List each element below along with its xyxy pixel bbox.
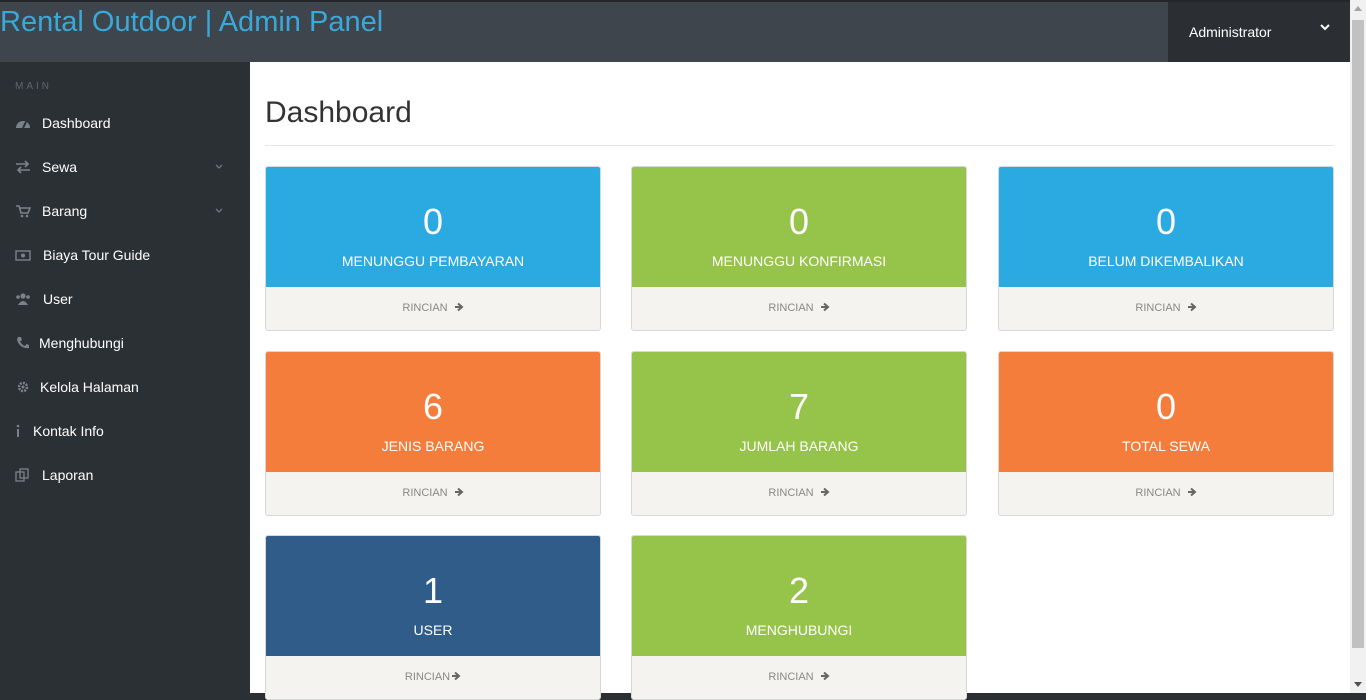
money-icon [15,250,31,261]
scroll-up-icon[interactable] [1354,6,1362,11]
stat-card-body: 0 TOTAL SEWA [999,352,1333,472]
info-icon [16,424,20,437]
stat-card-jumlah-barang: 7 JUMLAH BARANG RINCIAN [631,351,967,516]
stat-caption: BELUM DIKEMBALIKAN [1088,253,1244,269]
stat-card-total-sewa: 0 TOTAL SEWA RINCIAN [998,351,1334,516]
stat-value: 2 [788,570,810,611]
dashboard-icon [16,121,30,129]
sidebar: MAIN Dashboard Sewa Barang Biaya Tour Gu… [0,62,250,693]
stat-caption: MENUNGGU KONFIRMASI [711,253,887,269]
rincian-link[interactable]: RINCIAN [632,656,966,699]
sidebar-item-label: Menghubungi [39,335,124,351]
chevron-down-icon [1320,24,1330,31]
scrollbar-thumb[interactable] [1352,20,1364,648]
rincian-link[interactable]: RINCIAN [632,472,966,515]
sidebar-heading: MAIN [15,81,52,92]
stat-card-user: 1 USER RINCIAN [265,535,601,700]
stat-card-menunggu-konfirmasi: 0 MENUNGGU KONFIRMASI RINCIAN [631,166,967,331]
arrow-right-icon [820,671,830,681]
rincian-link[interactable]: RINCIAN [266,656,600,699]
stat-card-body: 1 USER [266,536,600,656]
gear-icon [17,381,29,393]
sidebar-item-user[interactable]: User [0,279,250,319]
rincian-label: RINCIAN [768,671,814,683]
stat-value: 6 [422,386,444,427]
sidebar-item-label: Sewa [42,159,78,175]
stat-value: 0 [1155,201,1177,242]
page-title: Dashboard [265,96,412,129]
chevron-down-icon [215,164,223,169]
sidebar-item-label: Kelola Halaman [40,379,139,395]
copy-icon [15,468,29,482]
stat-card-menghubungi: 2 MENGHUBUNGI RINCIAN [631,535,967,700]
chevron-down-icon [215,208,223,213]
brand-title[interactable]: Rental Outdoor | Admin Panel [0,6,383,39]
stat-card-body: 6 JENIS BARANG [266,352,600,472]
rincian-link[interactable]: RINCIAN [266,472,600,515]
rincian-link[interactable]: RINCIAN [999,287,1333,330]
stat-card-body: 0 MENUNGGU PEMBAYARAN [266,167,600,287]
users-icon [16,293,30,305]
rincian-label: RINCIAN [404,671,451,683]
rincian-link[interactable]: RINCIAN [632,287,966,330]
arrow-right-icon [452,671,461,681]
user-name: Administrator [1189,24,1272,40]
scroll-down-icon[interactable] [1354,682,1362,687]
sidebar-item-label: Barang [42,203,88,219]
user-menu-dropdown[interactable]: Administrator [1168,2,1350,62]
sidebar-item-label: Laporan [42,467,94,483]
sidebar-item-label: Kontak Info [33,423,104,439]
sidebar-item-kontak-info[interactable]: Kontak Info [0,411,250,451]
rincian-link[interactable]: RINCIAN [266,287,600,330]
stat-value: 0 [788,201,810,242]
sidebar-item-kelola-halaman[interactable]: Kelola Halaman [0,367,250,407]
rincian-label: RINCIAN [402,302,448,314]
stat-caption: MENUNGGU PEMBAYARAN [341,253,525,269]
stat-caption: USER [413,622,453,638]
stat-card-belum-dikembalikan: 0 BELUM DIKEMBALIKAN RINCIAN [998,166,1334,331]
phone-icon [17,337,29,349]
sidebar-item-label: Dashboard [42,115,111,131]
rincian-link[interactable]: RINCIAN [999,472,1333,515]
rincian-label: RINCIAN [402,487,448,499]
sidebar-item-dashboard[interactable]: Dashboard [0,103,250,143]
rincian-label: RINCIAN [1135,302,1181,314]
sidebar-item-label: User [43,291,73,307]
title-divider [265,145,1334,146]
arrow-right-icon [820,487,830,497]
stat-value: 7 [788,386,810,427]
arrow-right-icon [820,302,830,312]
stat-card-body: 2 MENGHUBUNGI [632,536,966,656]
sidebar-item-menghubungi[interactable]: Menghubungi [0,323,250,363]
stat-value: 1 [422,570,444,611]
rincian-label: RINCIAN [1135,487,1181,499]
stat-card-body: 0 MENUNGGU KONFIRMASI [632,167,966,287]
sidebar-item-biaya-tour-guide[interactable]: Biaya Tour Guide [0,235,250,275]
stat-caption: MENGHUBUNGI [745,622,853,638]
stat-caption: JENIS BARANG [381,438,485,454]
sidebar-item-laporan[interactable]: Laporan [0,455,250,495]
stat-card-jenis-barang: 6 JENIS BARANG RINCIAN [265,351,601,516]
exchange-icon [16,160,30,174]
rincian-label: RINCIAN [768,302,814,314]
main-content: Dashboard 0 MENUNGGU PEMBAYARAN RINCIAN … [250,62,1350,700]
sidebar-item-label: Biaya Tour Guide [43,247,151,263]
top-navbar: Rental Outdoor | Admin Panel Administrat… [0,0,1366,62]
sidebar-item-sewa[interactable]: Sewa [0,147,250,187]
page-scrollbar[interactable] [1350,0,1366,693]
rincian-label: RINCIAN [768,487,814,499]
stat-caption: JUMLAH BARANG [739,438,859,454]
stat-value: 0 [422,201,444,242]
arrow-right-icon [1187,302,1197,312]
sidebar-item-barang[interactable]: Barang [0,191,250,231]
stat-card-body: 0 BELUM DIKEMBALIKAN [999,167,1333,287]
stat-card-menunggu-pembayaran: 0 MENUNGGU PEMBAYARAN RINCIAN [265,166,601,331]
stat-value: 0 [1155,386,1177,427]
stat-caption: TOTAL SEWA [1122,438,1210,454]
cart-icon [16,205,31,218]
arrow-right-icon [454,302,464,312]
arrow-right-icon [1187,487,1197,497]
stat-card-body: 7 JUMLAH BARANG [632,352,966,472]
arrow-right-icon [454,487,464,497]
